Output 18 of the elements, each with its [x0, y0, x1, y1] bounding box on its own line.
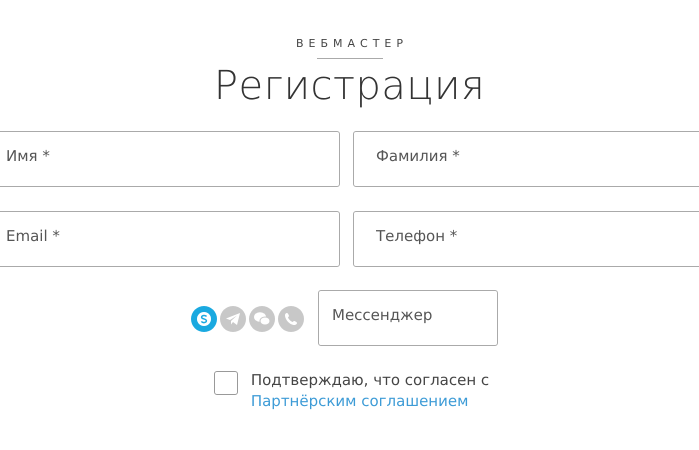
messenger-field[interactable]: Мессенджер — [318, 290, 498, 346]
chat-bubbles-icon — [253, 311, 271, 327]
agreement-link[interactable]: Партнёрским соглашением — [250, 391, 490, 412]
agreement-text: Подтверждаю, что согласен с — [250, 370, 490, 391]
messenger-option[interactable] — [278, 306, 304, 332]
input-field[interactable]: Имя * — [0, 131, 340, 187]
section-label: ВЕБМАСТЕР — [294, 37, 408, 50]
input-field[interactable]: Фамилия * — [353, 131, 699, 187]
phone-icon — [283, 311, 299, 327]
input-field[interactable]: Телефон * — [353, 211, 699, 267]
skype-icon — [196, 311, 212, 327]
messenger-option[interactable] — [191, 306, 217, 332]
paper-plane-icon — [225, 311, 241, 327]
messenger-option[interactable] — [249, 306, 275, 332]
checkbox[interactable] — [214, 371, 238, 395]
input-field[interactable]: Email * — [0, 211, 340, 267]
messenger-option[interactable] — [220, 306, 246, 332]
page-title: Регистрация — [214, 63, 486, 109]
